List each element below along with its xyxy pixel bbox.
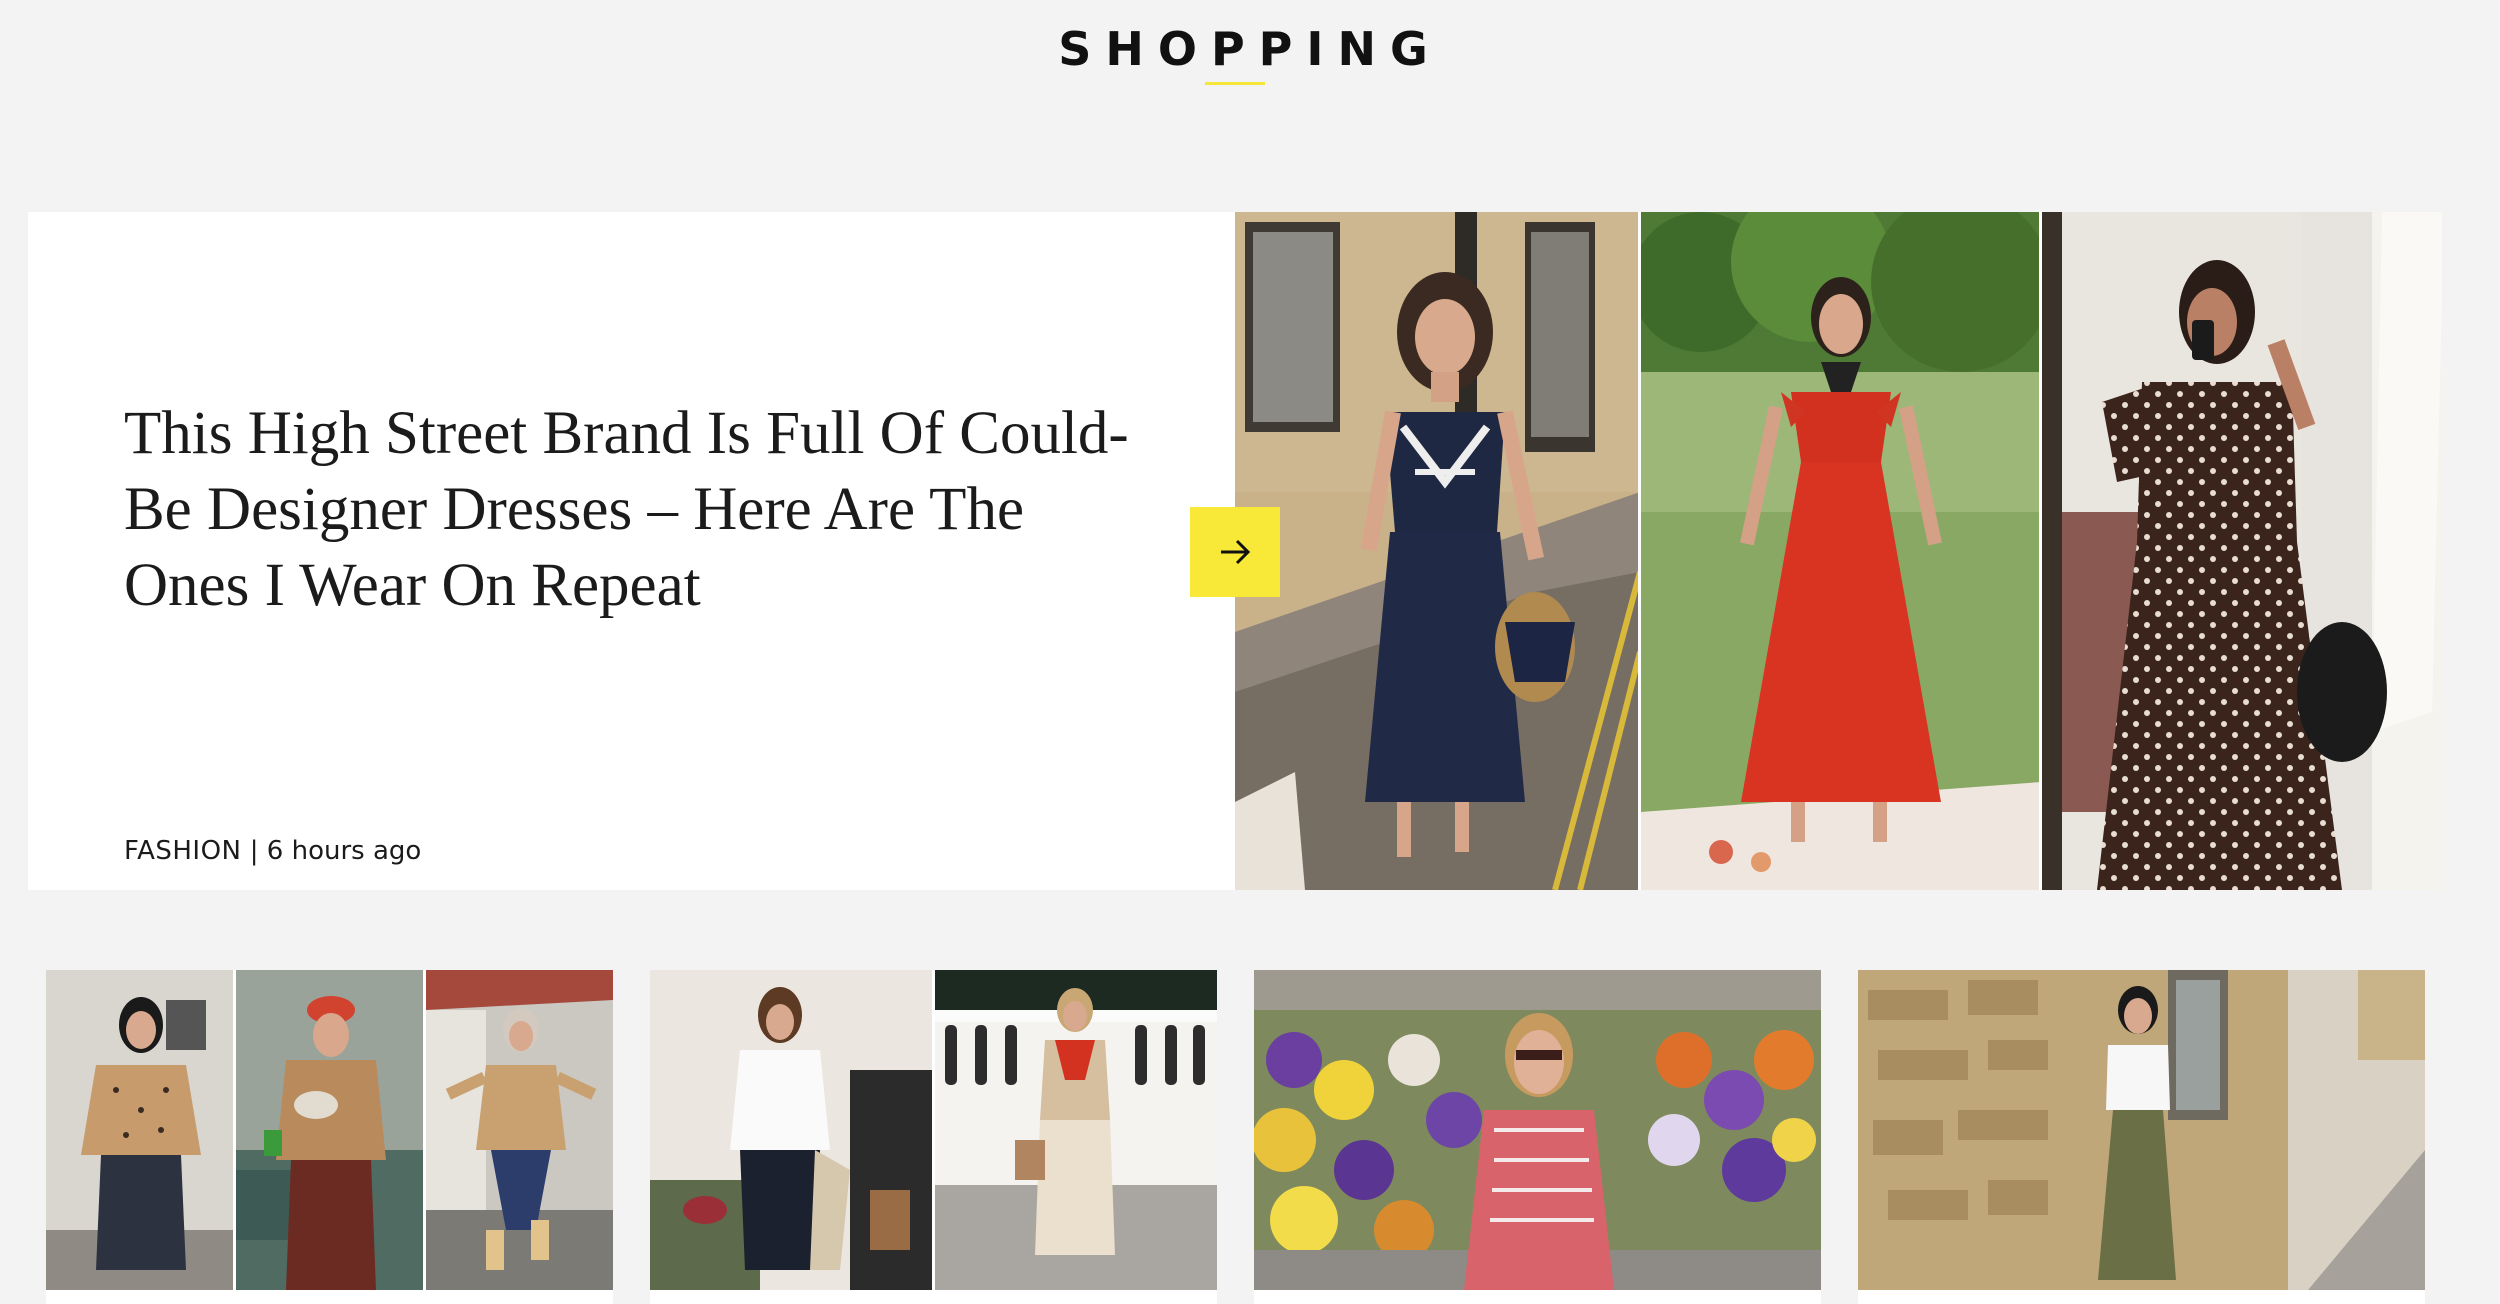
section-title-underline (1205, 82, 1265, 85)
featured-article-card[interactable]: This High Street Brand Is Full Of Could-… (28, 212, 2442, 890)
category-label[interactable]: FASHION (124, 836, 242, 866)
timestamp: 6 hours ago (266, 836, 422, 866)
photo-navy-dress (1235, 212, 1638, 890)
article-card-1[interactable] (46, 970, 613, 1290)
card-photo (233, 970, 423, 1290)
card-photo (1858, 970, 2425, 1290)
featured-headline[interactable]: This High Street Brand Is Full Of Could-… (124, 396, 1144, 624)
article-card-4[interactable] (1858, 970, 2425, 1290)
article-card-2[interactable] (650, 970, 1217, 1290)
card-2-footer (650, 1290, 1217, 1304)
card-4-footer (1858, 1290, 2425, 1304)
featured-meta: FASHION | 6 hours ago (124, 836, 421, 866)
featured-photo-collage[interactable] (1235, 212, 2442, 890)
card-1-footer (46, 1290, 613, 1304)
arrow-right-icon (1221, 539, 1251, 565)
card-photo (650, 970, 932, 1290)
photo-red-dress (1637, 212, 2039, 890)
section-title: SHOPPING (1058, 22, 1442, 76)
article-card-3[interactable] (1254, 970, 1821, 1290)
card-photo (46, 970, 233, 1290)
photo-polka-dot-dress (2039, 212, 2442, 890)
card-photo (1254, 970, 1821, 1290)
card-3-footer (1254, 1290, 1821, 1304)
card-photo (423, 970, 613, 1290)
next-arrow-button[interactable] (1190, 507, 1280, 597)
meta-separator: | (249, 836, 259, 866)
card-photo (932, 970, 1217, 1290)
